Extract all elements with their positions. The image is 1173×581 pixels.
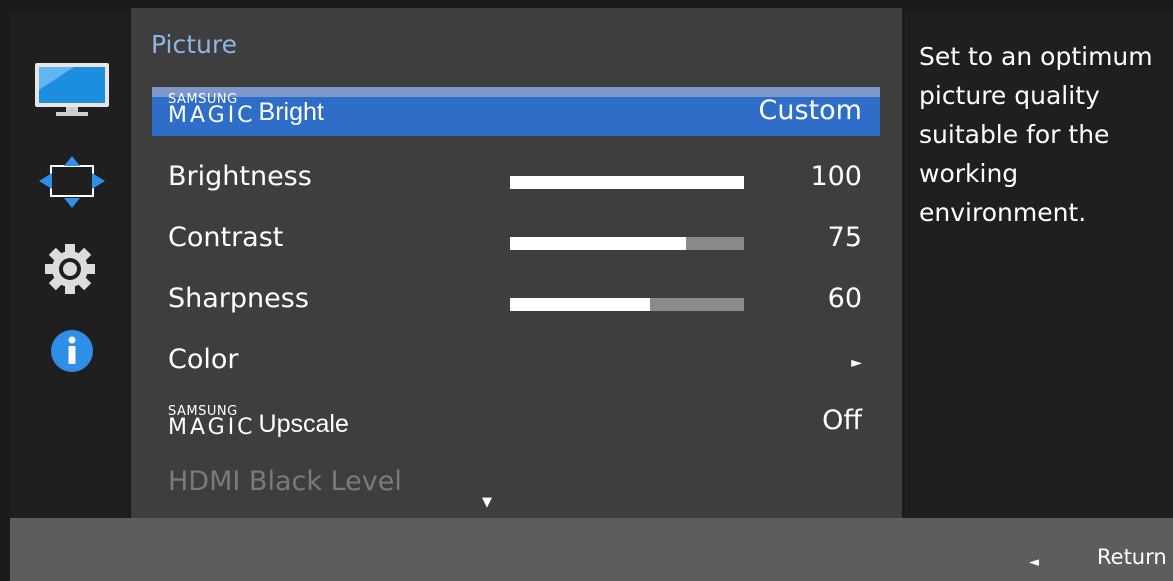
menu-item-value: 60 bbox=[827, 283, 862, 314]
menu-item-label: HDMI Black Level bbox=[168, 466, 402, 497]
return-arrow-icon[interactable]: ◄ bbox=[1029, 555, 1039, 570]
contrast-slider[interactable] bbox=[510, 237, 744, 250]
menu-item-sharpness[interactable]: Sharpness 60 bbox=[152, 268, 880, 329]
menu-item-label: Brightness bbox=[168, 161, 312, 192]
osd-menu: Picture SAMSUNG MAGIC Bright Custom Brig… bbox=[0, 0, 1173, 581]
category-sidebar bbox=[10, 15, 128, 518]
help-panel: Set to an optimum picture quality suitab… bbox=[905, 15, 1173, 518]
menu-item-magic-upscale[interactable]: SAMSUNG MAGIC Upscale Off bbox=[152, 390, 880, 451]
picture-menu-panel: Picture SAMSUNG MAGIC Bright Custom Brig… bbox=[131, 8, 902, 524]
menu-list: SAMSUNG MAGIC Bright Custom Brightness 1… bbox=[152, 85, 880, 512]
help-text: Set to an optimum picture quality suitab… bbox=[919, 42, 1153, 227]
sharpness-slider[interactable] bbox=[510, 298, 744, 311]
menu-item-label: Color bbox=[168, 344, 239, 375]
menu-item-hdmi-black-level: HDMI Black Level bbox=[152, 451, 880, 512]
menu-item-label: SAMSUNG MAGIC Upscale bbox=[168, 404, 349, 440]
info-icon[interactable] bbox=[49, 328, 95, 374]
brightness-slider[interactable] bbox=[510, 176, 744, 189]
menu-item-color[interactable]: Color ► bbox=[152, 329, 880, 390]
monitor-icon[interactable] bbox=[34, 62, 110, 120]
slider-fill bbox=[510, 237, 686, 250]
menu-item-contrast[interactable]: Contrast 75 bbox=[152, 207, 880, 268]
samsung-magic-logo: SAMSUNG MAGIC bbox=[168, 404, 256, 440]
resize-arrows-icon[interactable] bbox=[39, 156, 105, 212]
menu-item-brightness[interactable]: Brightness 100 bbox=[152, 146, 880, 207]
scroll-down-icon[interactable]: ▼ bbox=[482, 495, 492, 510]
return-label[interactable]: Return bbox=[1097, 545, 1167, 569]
footer-bar: ◄ Return bbox=[10, 518, 1173, 581]
menu-item-value: Off bbox=[822, 405, 862, 436]
menu-item-value: 75 bbox=[827, 222, 862, 253]
menu-item-value: 100 bbox=[810, 161, 862, 192]
menu-item-label: Sharpness bbox=[168, 283, 309, 314]
menu-title: Picture bbox=[151, 30, 237, 59]
gear-icon[interactable] bbox=[42, 241, 98, 297]
menu-item-magic-bright[interactable]: SAMSUNG MAGIC Bright Custom bbox=[152, 85, 880, 146]
samsung-magic-logo: SAMSUNG MAGIC bbox=[168, 92, 256, 128]
slider-fill bbox=[510, 176, 744, 189]
menu-item-label: SAMSUNG MAGIC Bright bbox=[168, 92, 324, 128]
menu-item-value: Custom bbox=[758, 95, 862, 126]
submenu-arrow-icon: ► bbox=[851, 355, 862, 371]
slider-fill bbox=[510, 298, 651, 311]
menu-item-label: Contrast bbox=[168, 222, 284, 253]
